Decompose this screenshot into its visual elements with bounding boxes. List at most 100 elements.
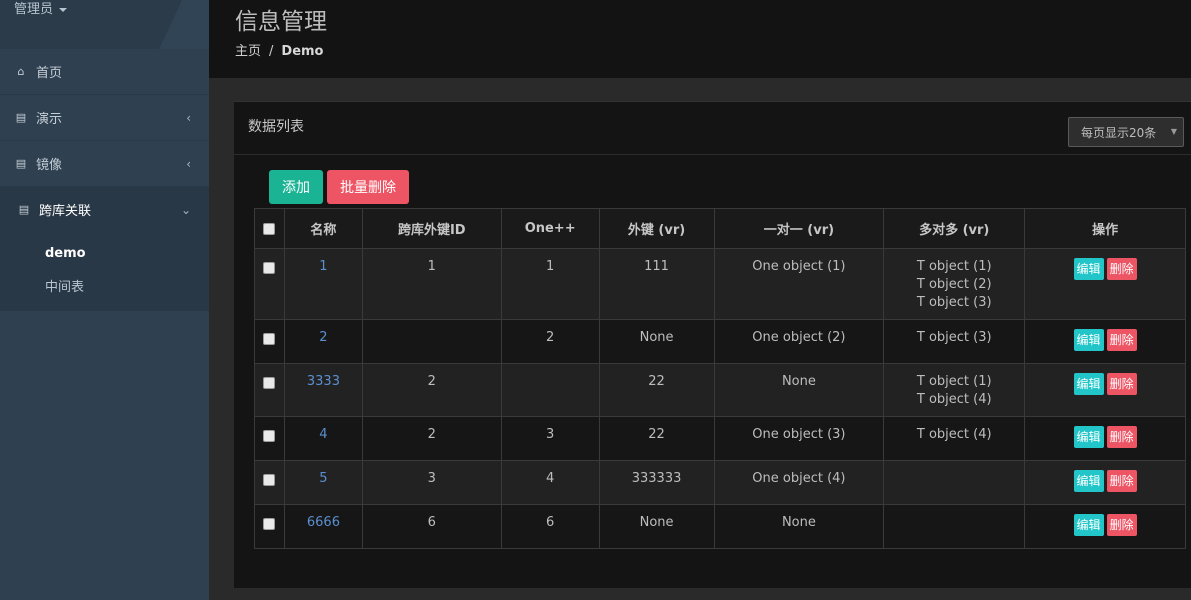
table-row: 3333 2 22 None T object (1) T object (4) 编辑 删除 [254,363,1186,417]
m2m-cell [883,504,1026,549]
row-checkbox[interactable] [263,377,276,389]
delete-button[interactable]: 删除 [1106,426,1137,448]
column-header[interactable]: 名称 [283,208,363,249]
name-cell: 2 [283,319,363,364]
m2m-cell: T object (1) T object (4) [883,363,1026,417]
edit-button[interactable]: 编辑 [1073,258,1104,280]
row-name-link[interactable]: 1 [319,259,327,274]
name-cell: 4 [283,416,363,461]
table-header-row: 名称 跨库外键ID One++ 外键 (vr) 一对一 (vr) 多对多 (vr… [254,208,1186,249]
row-checkbox[interactable] [263,262,276,274]
column-header[interactable]: One++ [500,208,600,249]
o2o-cell: One object (2) [713,319,885,364]
name-cell: 1 [283,248,363,320]
add-button[interactable]: 添加 [269,170,323,204]
edit-button[interactable]: 编辑 [1073,426,1104,448]
sidebar-item-cross-db[interactable]: ▤ 跨库关联 ⌄ [0,187,209,233]
sidebar-item-demo-group[interactable]: ▤ 演示 ‹ [0,95,209,141]
column-header[interactable]: 多对多 (vr) [883,208,1026,249]
o2o-cell: None [713,504,885,549]
chevron-left-icon: ‹ [186,110,191,125]
page-header: 信息管理 主页 / Demo [209,0,1191,78]
row-name-link[interactable]: 3333 [307,374,340,389]
edit-button[interactable]: 编辑 [1073,514,1104,536]
row-checkbox[interactable] [263,474,276,486]
one-cell [500,363,600,417]
column-header[interactable]: 外键 (vr) [598,208,715,249]
breadcrumb-separator: / [269,44,274,59]
edit-button[interactable]: 编辑 [1073,329,1104,351]
row-checkbox[interactable] [263,518,276,530]
row-name-link[interactable]: 6666 [307,515,340,530]
row-checkbox[interactable] [263,333,276,345]
user-menu[interactable]: 管理员 [14,0,68,17]
row-select-cell [254,363,285,417]
m2m-cell: T object (1) T object (2) T object (3) [883,248,1026,320]
breadcrumb-current: Demo [281,44,324,59]
row-actions: 编辑 删除 [1025,514,1185,536]
m2m-item: T object (3) [916,330,992,345]
edit-button[interactable]: 编辑 [1073,373,1104,395]
caret-down-icon [59,7,68,12]
sidebar-item-mirror[interactable]: ▤ 镜像 ‹ [0,141,209,187]
delete-button[interactable]: 删除 [1106,329,1137,351]
select-all-checkbox[interactable] [263,222,276,235]
bulk-delete-button[interactable]: 批量删除 [327,170,409,204]
sidebar-subitem-middle-table[interactable]: 中间表 [0,269,209,301]
select-all-cell [254,208,285,249]
dropdown-arrow-icon: ▼ [1170,127,1177,136]
m2m-cell [883,460,1026,505]
delete-button[interactable]: 删除 [1106,514,1137,536]
row-actions: 编辑 删除 [1025,329,1185,351]
fk-id-cell: 6 [361,504,502,549]
m2m-cell: T object (4) [883,416,1026,461]
sidebar: 管理员 ⌂ 首页 ▤ 演示 ‹ ▤ 镜像 ‹ ▤ 跨库关联 ⌄ demo 中间表 [0,0,209,600]
o2o-cell: One object (1) [713,248,885,320]
table-row: 4 2 3 22 One object (3) T object (4) 编辑 删除 [254,416,1186,461]
content-area: 数据列表 每页显示20条 ▼ 添加 批量删除 名称 跨库外键ID One++ 外… [209,78,1191,600]
row-name-link[interactable]: 2 [319,330,327,345]
edit-button[interactable]: 编辑 [1073,470,1104,492]
m2m-item: T object (3) [916,295,992,310]
book-icon: ▤ [15,157,27,170]
one-cell: 2 [500,319,600,364]
m2m-cell: T object (3) [883,319,1026,364]
fk-cell: 22 [598,363,715,417]
fk-cell: 111 [598,248,715,320]
name-cell: 5 [283,460,363,505]
fk-cell: 22 [598,416,715,461]
per-page-value: 每页显示20条 [1081,125,1157,140]
column-header[interactable]: 一对一 (vr) [713,208,885,249]
row-actions: 编辑 删除 [1025,258,1185,280]
table-row: 5 3 4 333333 One object (4) 编辑 删除 [254,460,1186,505]
sidebar-item-label: 镜像 [36,158,63,173]
column-header[interactable]: 跨库外键ID [361,208,502,249]
one-cell: 4 [500,460,600,505]
sidebar-item-home[interactable]: ⌂ 首页 [0,49,209,95]
per-page-select[interactable]: 每页显示20条 ▼ [1068,117,1184,147]
sidebar-subitem-demo[interactable]: demo [0,237,209,269]
row-actions: 编辑 删除 [1025,373,1185,395]
delete-button[interactable]: 删除 [1106,373,1137,395]
panel-divider [234,154,1191,155]
home-icon: ⌂ [17,65,25,78]
row-select-cell [254,416,285,461]
delete-button[interactable]: 删除 [1106,470,1137,492]
breadcrumb-home[interactable]: 主页 [235,44,261,59]
row-name-link[interactable]: 4 [319,427,327,442]
fk-id-cell: 3 [361,460,502,505]
o2o-cell: One object (3) [713,416,885,461]
fk-cell: None [598,319,715,364]
actions-cell: 编辑 删除 [1024,504,1186,549]
delete-button[interactable]: 删除 [1106,258,1137,280]
fk-cell: None [598,504,715,549]
row-select-cell [254,248,285,320]
row-actions: 编辑 删除 [1025,426,1185,448]
m2m-item: T object (2) [916,277,992,292]
row-checkbox[interactable] [263,430,276,442]
row-actions: 编辑 删除 [1025,470,1185,492]
m2m-item: T object (4) [916,427,992,442]
row-name-link[interactable]: 5 [319,471,327,486]
table-row: 2 2 None One object (2) T object (3) 编辑 删除 [254,319,1186,364]
row-select-cell [254,460,285,505]
